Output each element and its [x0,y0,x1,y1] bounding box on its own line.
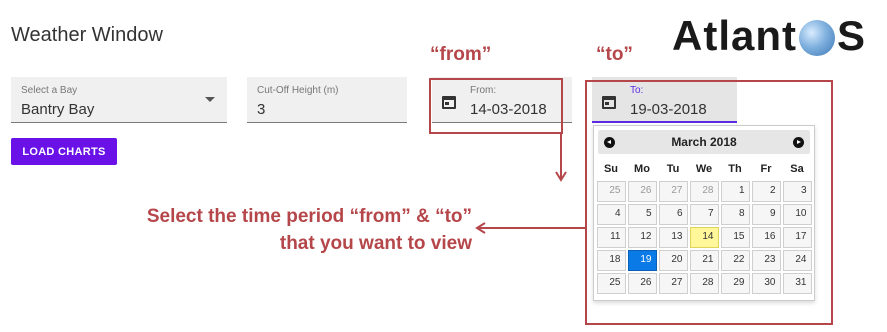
bay-select[interactable]: Select a Bay Bantry Bay [11,77,227,123]
annotation-line-1: Select the time period “from” & “to” [146,206,472,227]
bay-select-label: Select a Bay [21,85,78,96]
annotation-from: “from” [430,44,492,65]
logo-text-end: S [837,12,867,59]
cutoff-height-label: Cut-Off Height (m) [257,85,339,96]
annotation-to: “to” [596,44,633,65]
annotation-line-2: that you want to view [279,233,472,254]
atlantos-logo: Atlant S [672,10,866,62]
arrowhead-from-down [555,171,567,182]
cutoff-height-field[interactable]: Cut-Off Height (m) 3 [247,77,407,123]
chevron-down-icon[interactable] [205,97,215,102]
load-charts-button[interactable]: LOAD CHARTS [11,138,117,165]
page-title: Weather Window [11,24,163,46]
annotation-to-box [585,80,833,325]
annotation-instruction: Select the time period “from” & “to” tha… [110,203,472,257]
annotation-from-box [429,78,563,134]
cutoff-height-value: 3 [257,101,266,118]
bay-select-value: Bantry Bay [21,101,95,118]
logo-text-start: Atlant [672,12,797,59]
weather-window-page: Weather Window Atlant S Select a Bay Bant… [0,0,887,332]
globe-icon [799,20,835,56]
arrowhead-to-text [475,222,486,234]
